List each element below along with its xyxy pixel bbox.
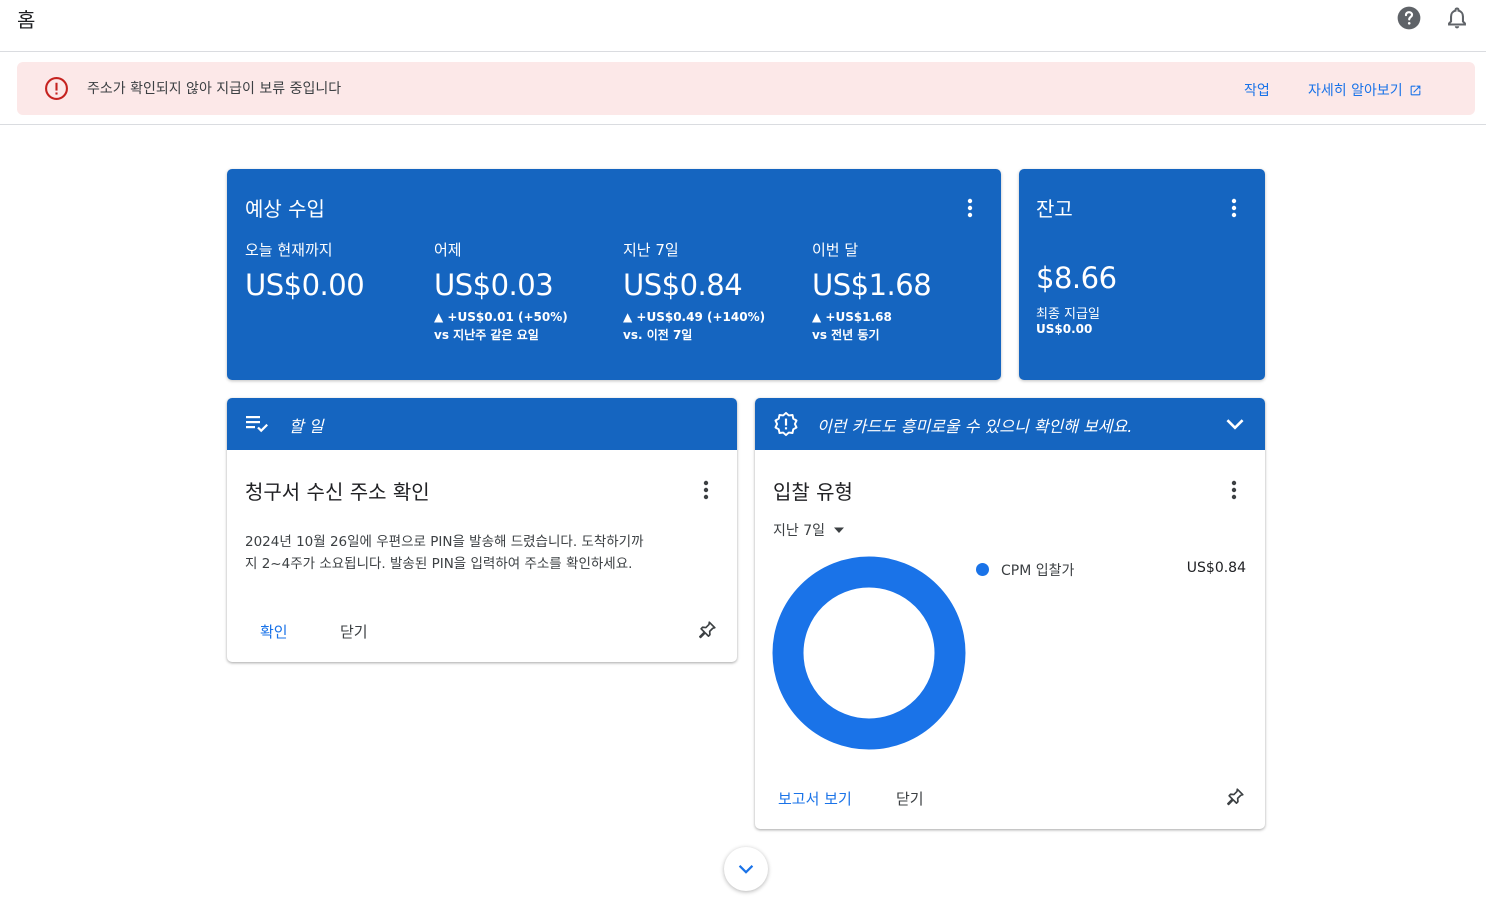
balance-card: 잔고 $8.66 최종 지급일 US$0.00 [1019, 169, 1265, 380]
view-report-button[interactable]: 보고서 보기 [778, 788, 852, 809]
dropdown-arrow-icon [834, 527, 844, 533]
todo-item-title: 청구서 수신 주소 확인 [245, 480, 430, 504]
last-payment-value: US$0.00 [1036, 322, 1093, 336]
todo-card: 할 일 청구서 수신 주소 확인 2024년 10월 26일에 우편으로 PIN… [227, 398, 737, 662]
open-in-new-icon [1410, 85, 1420, 95]
legend-series-value: US$0.84 [1186, 560, 1246, 576]
page-title: 홈 [17, 8, 36, 32]
learn-more-link[interactable]: 자세히 알아보기 [1308, 80, 1422, 100]
help-icon[interactable] [1396, 5, 1422, 31]
error-icon [45, 77, 68, 100]
todo-item-description: 2024년 10월 26일에 우편으로 PIN을 발송해 드렸습니다. 도착하기… [245, 531, 730, 575]
bid-close-button[interactable]: 닫기 [896, 788, 924, 809]
scroll-down-button[interactable] [724, 847, 768, 891]
balance-more-options-icon[interactable] [1222, 196, 1246, 220]
legend-series-name: CPM 입찰가 [1001, 563, 1075, 579]
metric-value: US$0.84 [623, 268, 743, 302]
top-bar: 홈 [0, 0, 1486, 52]
new-releases-icon [774, 411, 798, 437]
period-dropdown-label: 지난 7일 [773, 523, 825, 539]
metric-delta: ▲ +US$0.49 (+140%) [623, 310, 766, 324]
suggestion-header-label: 이런 카드도 흥미로울 수 있으니 확인해 보세요. [817, 417, 1133, 436]
bid-more-options-icon[interactable] [1222, 478, 1246, 502]
todo-description-line: 2024년 10월 26일에 우편으로 PIN을 발송해 드렸습니다. 도착하기… [245, 534, 644, 550]
metric-compare: vs 전년 동기 [812, 328, 880, 342]
metric-yesterday: 어제 US$0.03 ▲ +US$0.01 (+50%) vs 지난주 같은 요… [434, 239, 568, 343]
metric-delta: ▲ +US$0.01 (+50%) [434, 310, 568, 324]
metric-value: US$0.03 [434, 268, 554, 302]
alert-banner: 주소가 확인되지 않아 지급이 보류 중입니다 작업 자세히 알아보기 [17, 62, 1475, 115]
earnings-more-options-icon[interactable] [958, 196, 982, 220]
metric-label: 어제 [434, 241, 462, 259]
balance-value: $8.66 [1036, 261, 1117, 295]
pin-icon[interactable] [1224, 786, 1246, 808]
todo-description-line: 지 2~4주가 소요됩니다. 발송된 PIN을 입력하여 주소를 확인하세요. [245, 556, 633, 572]
metric-value: US$1.68 [812, 268, 932, 302]
balance-card-title: 잔고 [1036, 197, 1073, 221]
metric-delta: ▲ +US$1.68 [812, 310, 892, 324]
metric-this-month: 이번 달 US$1.68 ▲ +US$1.68 vs 전년 동기 [812, 239, 932, 343]
chevron-down-icon [738, 865, 754, 874]
todo-close-button[interactable]: 닫기 [340, 621, 368, 642]
earnings-card-title: 예상 수입 [245, 197, 325, 221]
estimated-earnings-card: 예상 수입 오늘 현재까지 US$0.00 어제 US$0.03 ▲ +US$0… [227, 169, 1001, 380]
todo-card-header: 할 일 [227, 398, 737, 450]
todo-more-options-icon[interactable] [694, 478, 718, 502]
alert-message: 주소가 확인되지 않아 지급이 보류 중입니다 [87, 81, 342, 97]
chevron-down-icon[interactable] [1222, 411, 1248, 437]
metric-last-7-days: 지난 7일 US$0.84 ▲ +US$0.49 (+140%) vs. 이전 … [623, 239, 765, 343]
notifications-bell-icon[interactable] [1444, 5, 1470, 31]
metric-today: 오늘 현재까지 US$0.00 [245, 239, 365, 302]
chart-legend-item: CPM 입찰가 US$0.84 [976, 560, 1246, 580]
checklist-icon [246, 416, 268, 433]
metric-compare: vs. 이전 7일 [623, 328, 693, 342]
bid-type-title: 입찰 유형 [773, 480, 853, 504]
metric-compare: vs 지난주 같은 요일 [434, 328, 539, 342]
metric-label: 이번 달 [812, 241, 859, 259]
suggestion-card-header[interactable]: 이런 카드도 흥미로울 수 있으니 확인해 보세요. [755, 398, 1265, 450]
metric-value: US$0.00 [245, 268, 365, 302]
metric-label: 지난 7일 [623, 241, 679, 259]
alert-banner-area: 주소가 확인되지 않아 지급이 보류 중입니다 작업 자세히 알아보기 [0, 52, 1486, 125]
alert-action-button[interactable]: 작업 [1244, 80, 1270, 100]
bid-type-donut-chart [772, 556, 966, 750]
pin-icon[interactable] [696, 619, 718, 641]
todo-header-label: 할 일 [289, 417, 324, 436]
donut-slice-0 [772, 556, 966, 750]
metric-label: 오늘 현재까지 [245, 241, 333, 259]
legend-color-dot [976, 563, 989, 576]
bid-type-card: 이런 카드도 흥미로울 수 있으니 확인해 보세요. 입찰 유형 지난 7일 C… [755, 398, 1265, 829]
confirm-button[interactable]: 확인 [260, 621, 288, 642]
learn-more-label: 자세히 알아보기 [1308, 83, 1403, 99]
period-dropdown[interactable]: 지난 7일 [773, 520, 845, 540]
last-payment-label: 최종 지급일 [1036, 307, 1100, 322]
